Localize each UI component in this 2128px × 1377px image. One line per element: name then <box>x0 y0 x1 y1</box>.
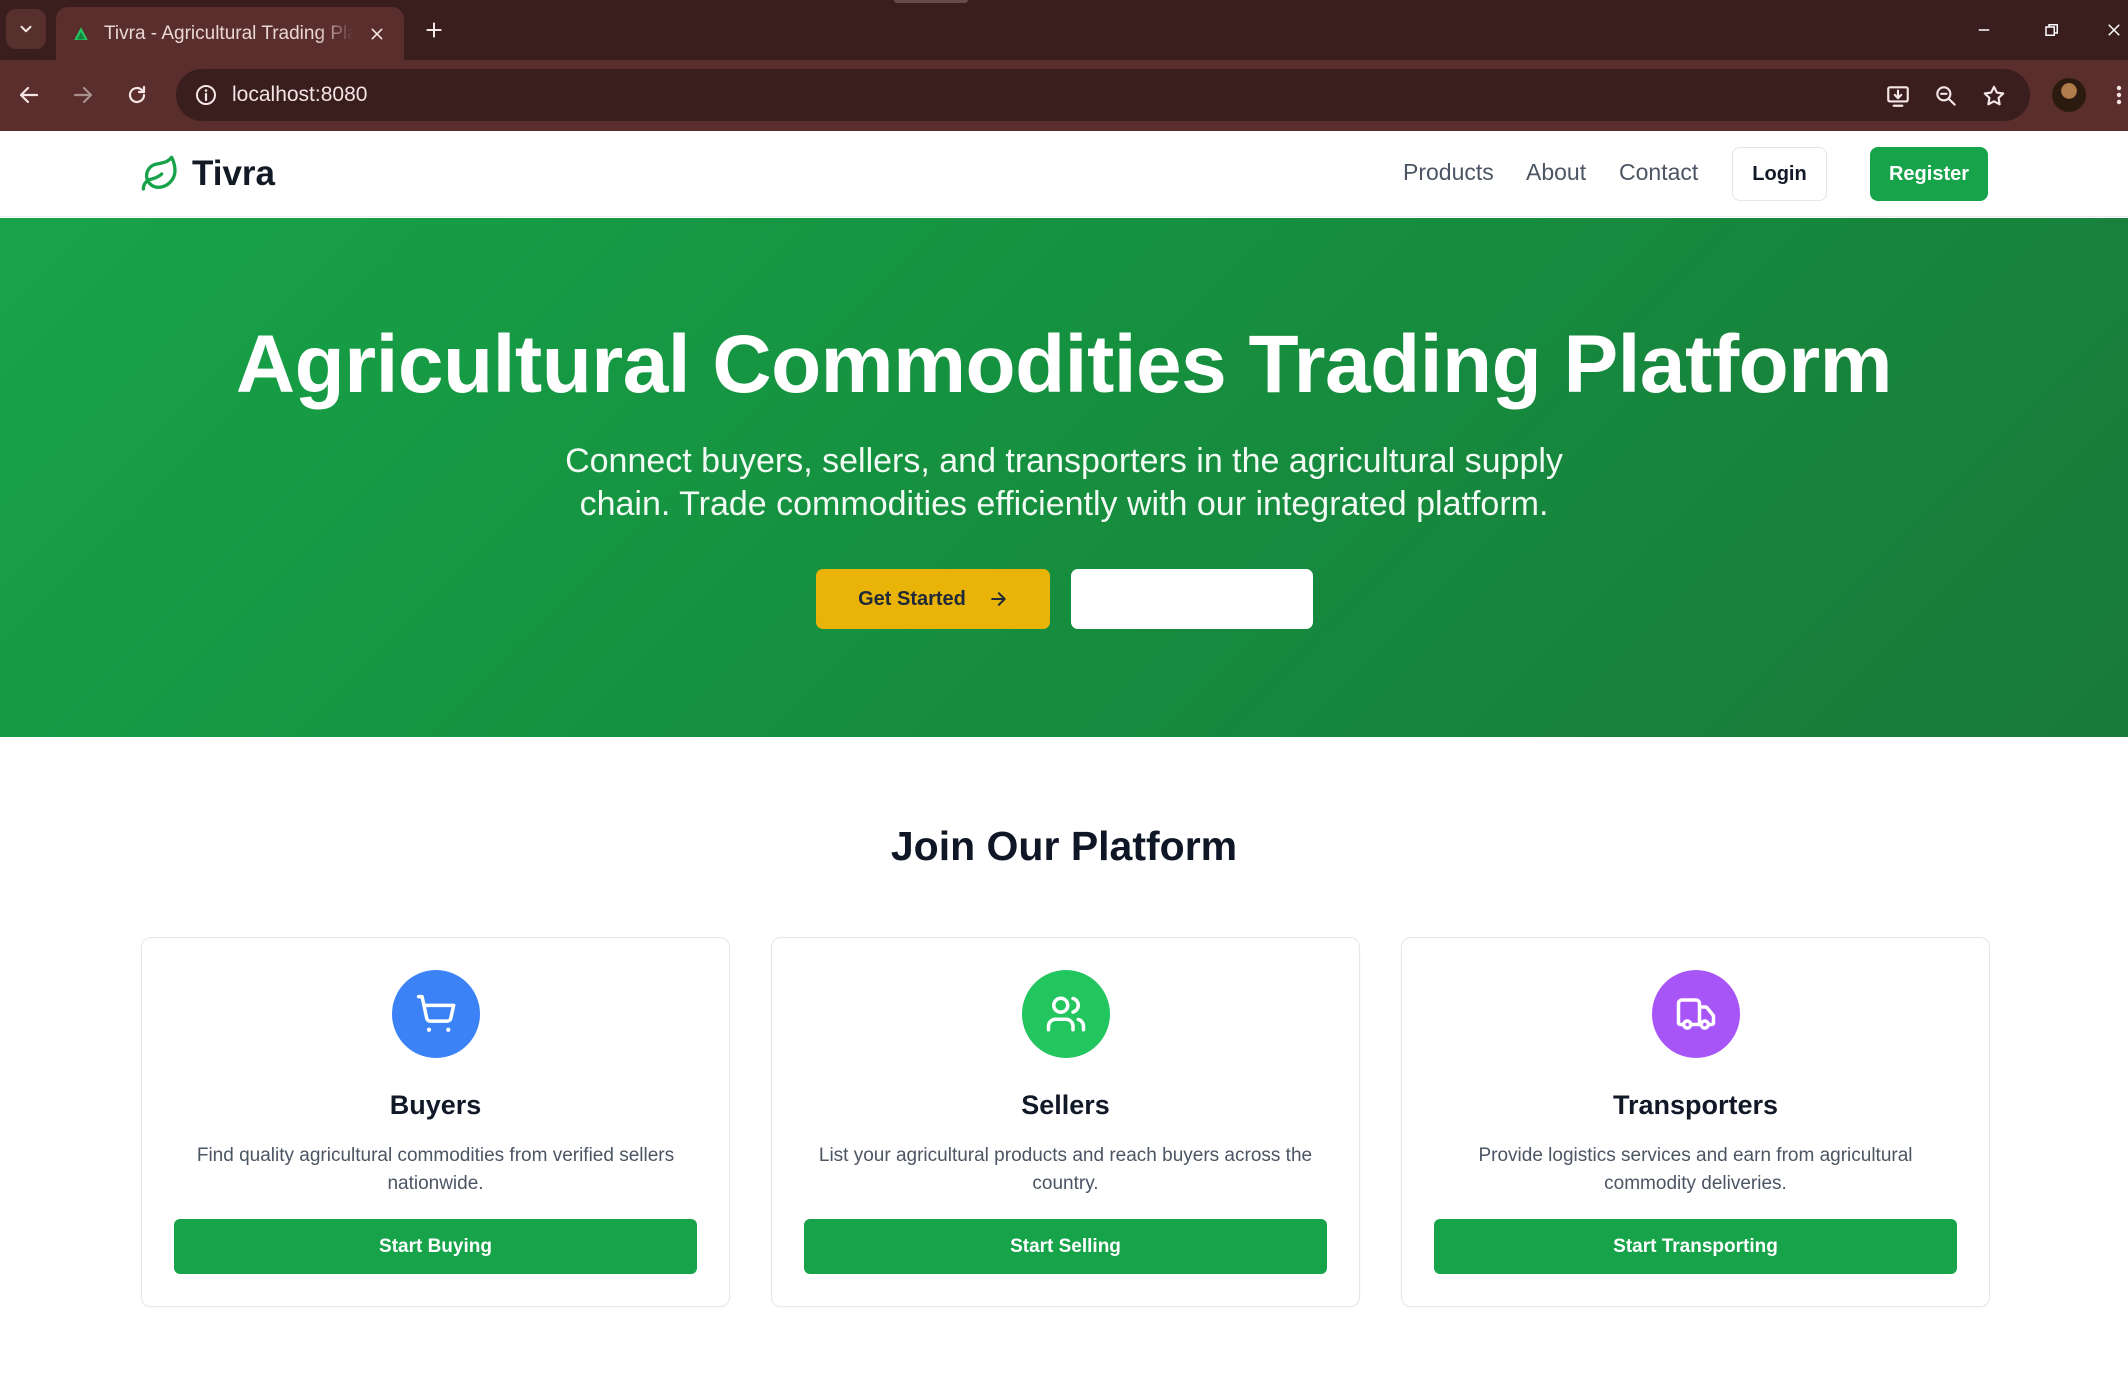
card-description: List your agricultural products and reac… <box>818 1145 1313 1194</box>
hero-title: Agricultural Commodities Trading Platfor… <box>235 319 1893 410</box>
restore-icon <box>2045 24 2058 36</box>
new-tab-button[interactable] <box>416 12 452 48</box>
nav-link-contact[interactable]: Contact <box>1619 159 1698 186</box>
card-description: Provide logistics services and earn from… <box>1478 1145 1913 1194</box>
start-selling-button[interactable]: Start Selling <box>804 1219 1327 1274</box>
zoom-icon <box>1936 86 1956 106</box>
plus-icon <box>426 22 442 38</box>
card-title: Sellers <box>1021 1090 1110 1120</box>
close-window-button[interactable] <box>2100 10 2128 50</box>
nav-link-about[interactable]: About <box>1526 159 1586 186</box>
web-page: Tivra Products About Contact Login Regis… <box>0 131 2128 1377</box>
profile-avatar[interactable] <box>2052 78 2086 112</box>
tab-search-button[interactable] <box>6 9 46 49</box>
brand-name: Tivra <box>192 154 276 193</box>
forward-arrow-icon <box>73 86 93 104</box>
more-vert-icon <box>2116 85 2122 105</box>
get-started-button[interactable]: Get Started <box>816 569 1050 629</box>
hero-section: Agricultural Commodities Trading Platfor… <box>0 218 2128 737</box>
hero-subtitle: Connect buyers, sellers, and transporter… <box>565 442 1563 523</box>
url-text[interactable]: localhost:8080 <box>232 69 367 121</box>
minimize-icon <box>1978 29 1990 31</box>
close-icon <box>371 28 383 39</box>
start-transporting-button[interactable]: Start Transporting <box>1434 1219 1957 1274</box>
address-bar[interactable]: localhost:8080 <box>176 69 2030 121</box>
leaf-icon <box>141 155 177 191</box>
install-app-icon <box>1887 86 1909 107</box>
close-icon <box>2108 24 2120 36</box>
minimize-button[interactable] <box>1964 10 2004 50</box>
zoom-button[interactable] <box>1929 79 1963 113</box>
sellers-icon-badge <box>1022 970 1110 1058</box>
users-icon <box>1046 996 1086 1032</box>
reload-button[interactable] <box>117 75 157 115</box>
site-header: Tivra Products About Contact Login Regis… <box>0 131 2128 217</box>
chevron-down-icon <box>20 25 32 33</box>
secondary-cta-button[interactable] <box>1071 569 1313 629</box>
card-title: Buyers <box>389 1090 482 1120</box>
card-description: Find quality agricultural commodities fr… <box>196 1145 675 1194</box>
back-button[interactable] <box>9 75 49 115</box>
browser-menu-button[interactable] <box>2110 77 2128 113</box>
back-arrow-icon <box>19 86 39 104</box>
nav-link-products[interactable]: Products <box>1403 159 1494 186</box>
install-app-button[interactable] <box>1881 79 1915 113</box>
reload-icon <box>128 85 146 104</box>
arrow-right-icon <box>991 592 1006 606</box>
tab-title: Tivra - Agricultural Trading Platform <box>104 22 354 44</box>
browser-tabstrip: Tivra - Agricultural Trading Platform <box>0 0 2128 60</box>
browser-tab-active[interactable]: Tivra - Agricultural Trading Platform <box>56 7 404 60</box>
transporters-icon-badge <box>1652 970 1740 1058</box>
site-favicon-icon <box>72 25 90 43</box>
site-info-button[interactable] <box>190 79 222 111</box>
info-icon <box>196 85 216 105</box>
card-title: Transporters <box>1612 1090 1779 1120</box>
register-button[interactable]: Register <box>1870 147 1988 201</box>
tab-close-button[interactable] <box>364 21 390 47</box>
join-section-title: Join Our Platform <box>890 823 1238 869</box>
get-started-label: Get Started <box>858 587 966 610</box>
login-button[interactable]: Login <box>1732 147 1827 201</box>
transporters-card: Transporters Provide logistics services … <box>1401 937 1990 1307</box>
restore-button[interactable] <box>2032 10 2072 50</box>
start-buying-button[interactable]: Start Buying <box>174 1219 697 1274</box>
buyers-icon-badge <box>392 970 480 1058</box>
sellers-card: Sellers List your agricultural products … <box>771 937 1360 1307</box>
star-icon <box>1983 85 2005 106</box>
bookmark-button[interactable] <box>1977 79 2011 113</box>
buyers-card: Buyers Find quality agricultural commodi… <box>141 937 730 1307</box>
truck-icon <box>1676 998 1716 1030</box>
browser-toolbar: localhost:8080 <box>0 60 2128 131</box>
shopping-cart-icon <box>416 994 456 1032</box>
tabstrip-indicator <box>894 0 968 3</box>
forward-button[interactable] <box>63 75 103 115</box>
brand-logo[interactable]: Tivra <box>140 153 275 195</box>
